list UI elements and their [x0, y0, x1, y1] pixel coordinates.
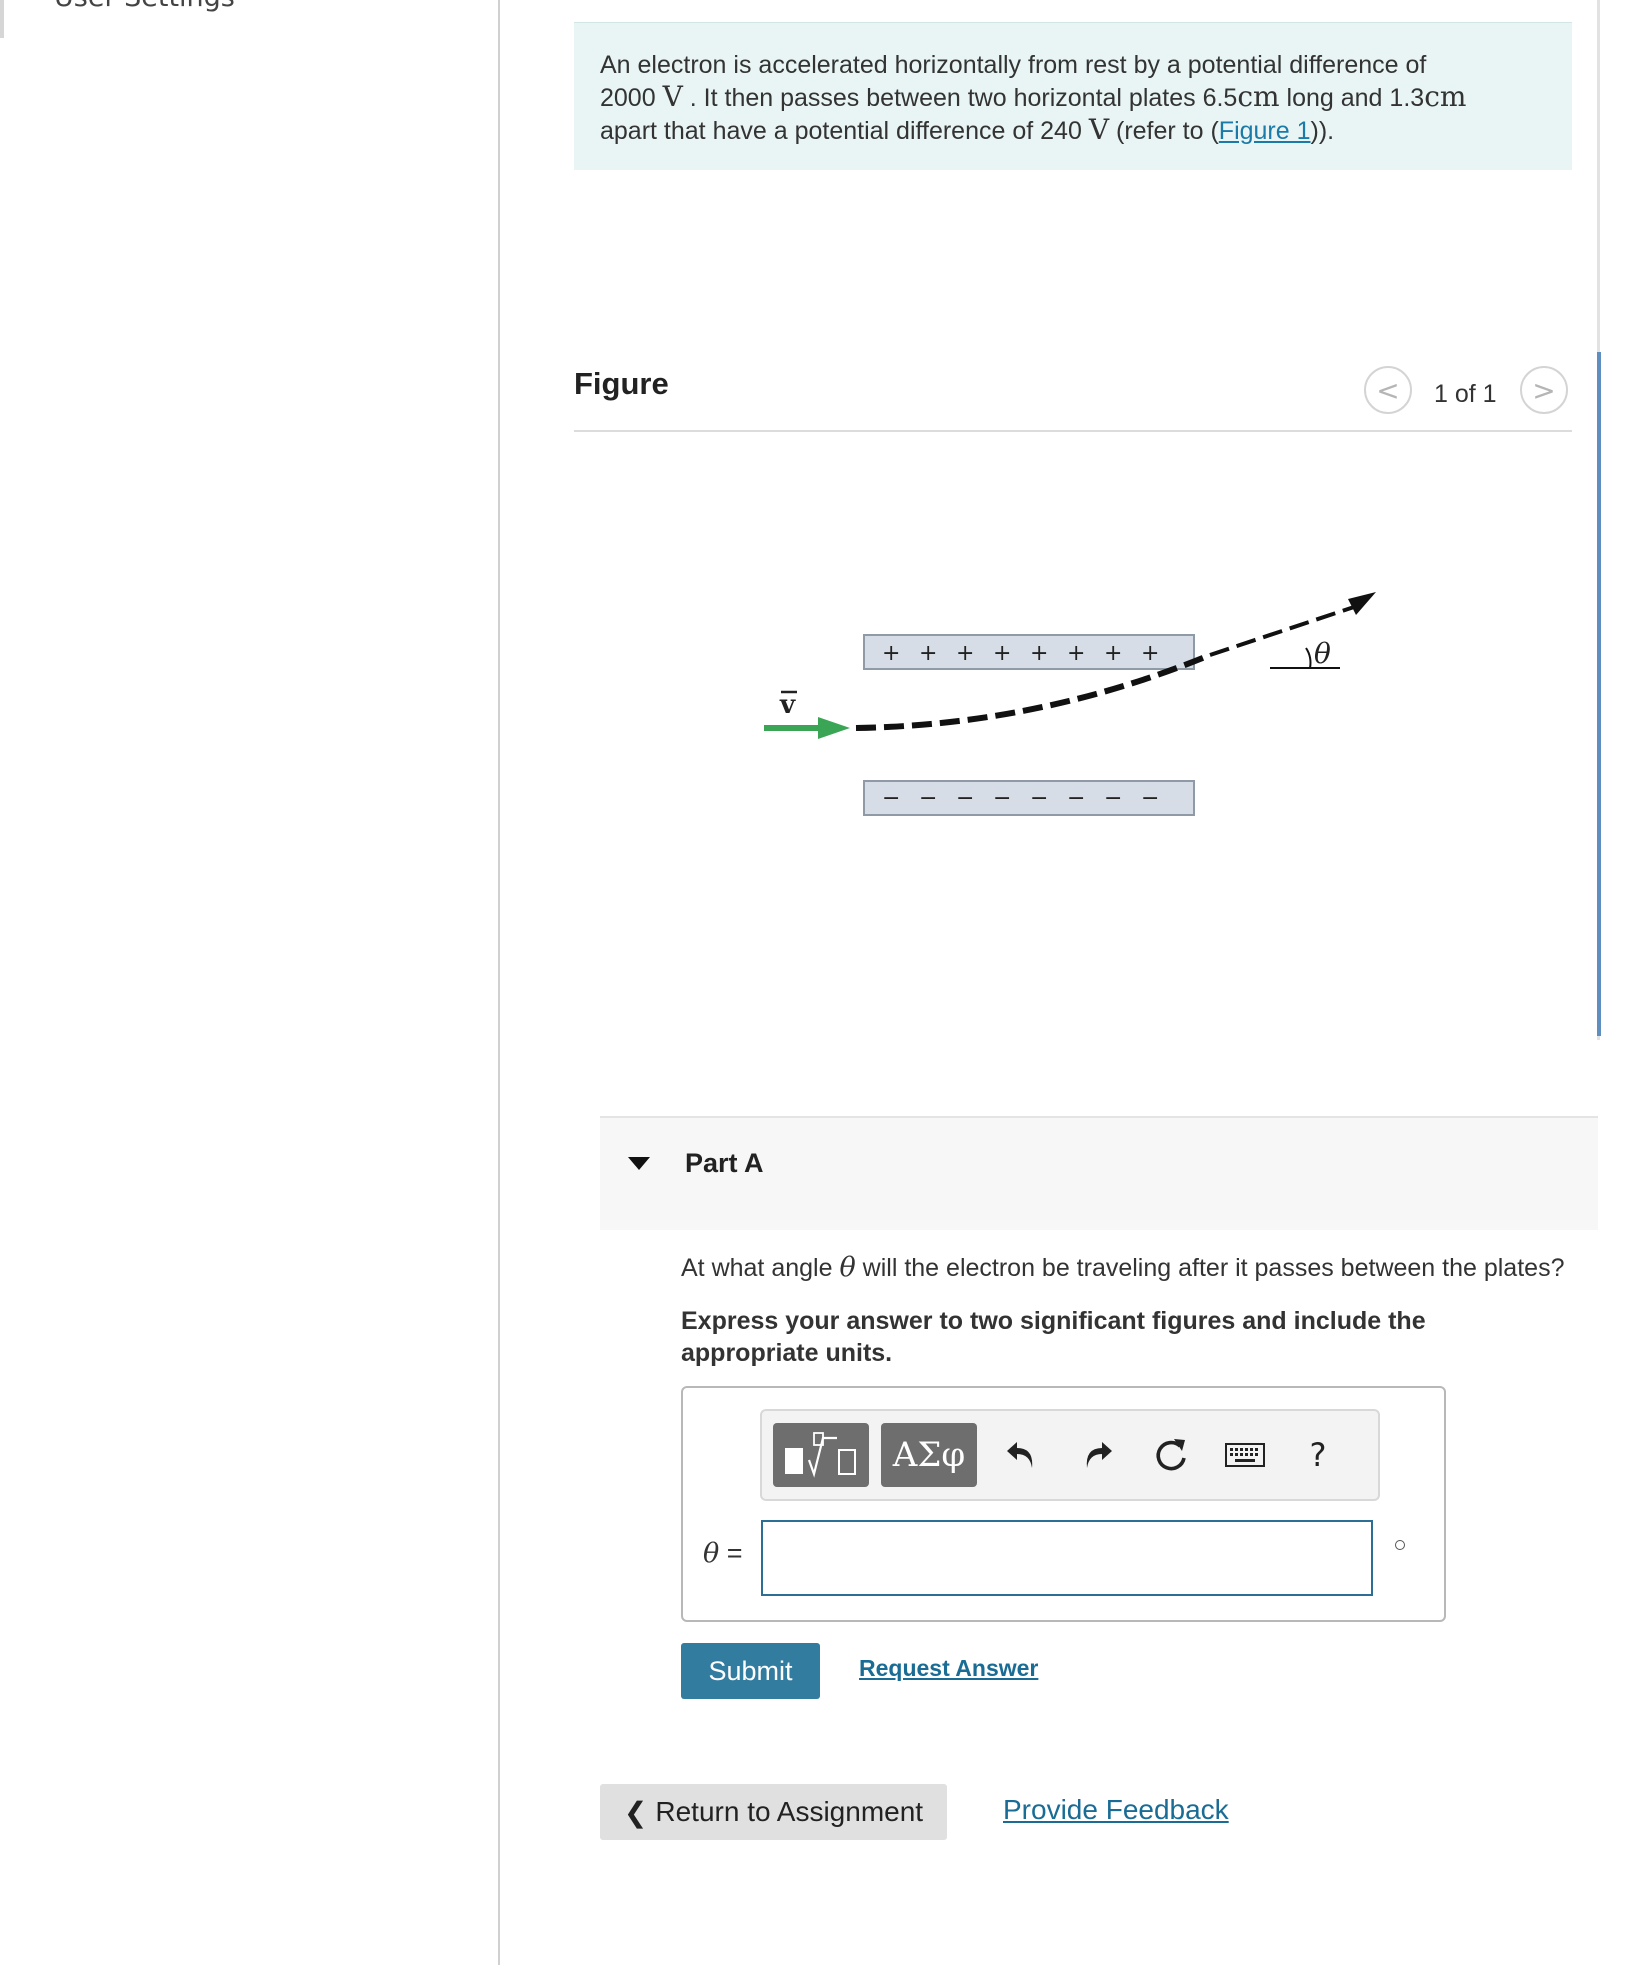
angle-label: θ	[1314, 637, 1331, 670]
sidebar-active-indicator	[0, 0, 4, 38]
answer-input[interactable]	[761, 1520, 1373, 1596]
return-to-assignment-button[interactable]: ❮ Return to Assignment	[600, 1784, 947, 1840]
minus-sign: −	[919, 786, 937, 811]
theta-symbol: θ	[839, 1252, 856, 1283]
problem-text: )).	[1310, 117, 1335, 145]
problem-text: apart that have a potential difference o…	[600, 117, 1034, 145]
unit-volts: V	[662, 80, 683, 113]
gap-value: 1.3	[1389, 84, 1425, 112]
provide-feedback-link[interactable]: Provide Feedback	[1003, 1794, 1229, 1826]
unit-cm: cm	[1424, 80, 1467, 113]
minus-sign: −	[993, 786, 1011, 811]
greek-symbols-button[interactable]: ΑΣφ	[881, 1423, 977, 1487]
minus-sign: −	[956, 786, 974, 811]
degree-icon	[1395, 1540, 1405, 1550]
minus-sign: −	[1104, 786, 1122, 811]
length-value: 6.5	[1202, 84, 1238, 112]
caret-down-icon[interactable]	[628, 1157, 650, 1170]
trajectory-exit-arrow	[1209, 603, 1361, 657]
help-button[interactable]: ?	[1295, 1432, 1341, 1478]
minus-sign: −	[1067, 786, 1085, 811]
plus-sign: +	[956, 641, 974, 666]
problem-text: . It then passes between two horizontal …	[689, 84, 1196, 112]
submit-button[interactable]: Submit	[681, 1643, 820, 1699]
chevron-right-icon: >	[1532, 373, 1556, 407]
unit-cm: cm	[1237, 80, 1280, 113]
figure-title: Figure	[574, 366, 669, 401]
plus-sign: +	[1141, 641, 1159, 666]
answer-label: θ =	[703, 1538, 743, 1569]
plus-sign: +	[1104, 641, 1122, 666]
figure-next-button[interactable]: >	[1520, 366, 1568, 414]
reset-button[interactable]	[1148, 1432, 1194, 1478]
figure-link[interactable]: Figure 1	[1219, 117, 1311, 145]
velocity-label: v	[779, 690, 796, 720]
equals-sign: =	[719, 1538, 743, 1568]
redo-icon	[1086, 1442, 1112, 1468]
keyboard-icon	[1225, 1443, 1265, 1467]
problem-text: long and	[1286, 84, 1383, 112]
plus-sign: +	[919, 641, 937, 666]
part-a-title[interactable]: Part A	[685, 1148, 764, 1179]
minus-sign: −	[882, 786, 900, 811]
templates-icon	[785, 1432, 856, 1478]
problem-text: (refer to (	[1116, 117, 1219, 145]
theta-symbol: θ	[703, 1538, 720, 1569]
return-label: Return to Assignment	[655, 1796, 924, 1827]
question-text-after: will the electron be traveling after it …	[862, 1254, 1565, 1282]
trajectory-arrowhead	[1348, 592, 1376, 615]
problem-statement: An electron is accelerated horizontally …	[574, 22, 1572, 170]
figure-prev-button[interactable]: <	[1364, 366, 1412, 414]
problem-text: An electron is accelerated horizontally …	[600, 51, 1427, 79]
plus-sign: +	[993, 641, 1011, 666]
question-text-before: At what angle	[681, 1254, 833, 1282]
unit-volts: V	[1088, 113, 1110, 146]
answer-instruction: Express your answer to two significant f…	[681, 1307, 1426, 1367]
undo-button[interactable]	[998, 1432, 1044, 1478]
reset-icon	[1156, 1439, 1186, 1471]
scrollbar-thumb[interactable]	[1597, 352, 1601, 1036]
chevron-left-icon: <	[1376, 373, 1400, 407]
voltage-value: 240	[1040, 117, 1082, 145]
keyboard-button[interactable]	[1222, 1432, 1268, 1478]
figure-pager: 1 of 1	[1434, 380, 1497, 408]
sidebar: User Settings	[0, 0, 500, 1965]
question-text: At what angle θ will the electron be tra…	[681, 1252, 1564, 1283]
plus-sign: +	[1030, 641, 1048, 666]
minus-sign: −	[1141, 786, 1159, 811]
velocity-arrowhead	[818, 717, 850, 739]
redo-button[interactable]	[1075, 1432, 1121, 1478]
plus-sign: +	[882, 641, 900, 666]
voltage-value: 2000	[600, 84, 656, 112]
sidebar-item-user-settings[interactable]: User Settings	[54, 0, 235, 13]
chevron-left-icon: ❮	[623, 1795, 648, 1829]
angle-arc	[1305, 647, 1312, 669]
figure-diagram: + + + + + + + + − − − − − − − − v θ	[764, 592, 1376, 816]
plus-sign: +	[1067, 641, 1085, 666]
templates-button[interactable]	[773, 1423, 869, 1487]
minus-sign: −	[1030, 786, 1048, 811]
request-answer-link[interactable]: Request Answer	[859, 1655, 1038, 1682]
figure-divider	[574, 430, 1572, 432]
undo-icon	[1007, 1442, 1033, 1468]
